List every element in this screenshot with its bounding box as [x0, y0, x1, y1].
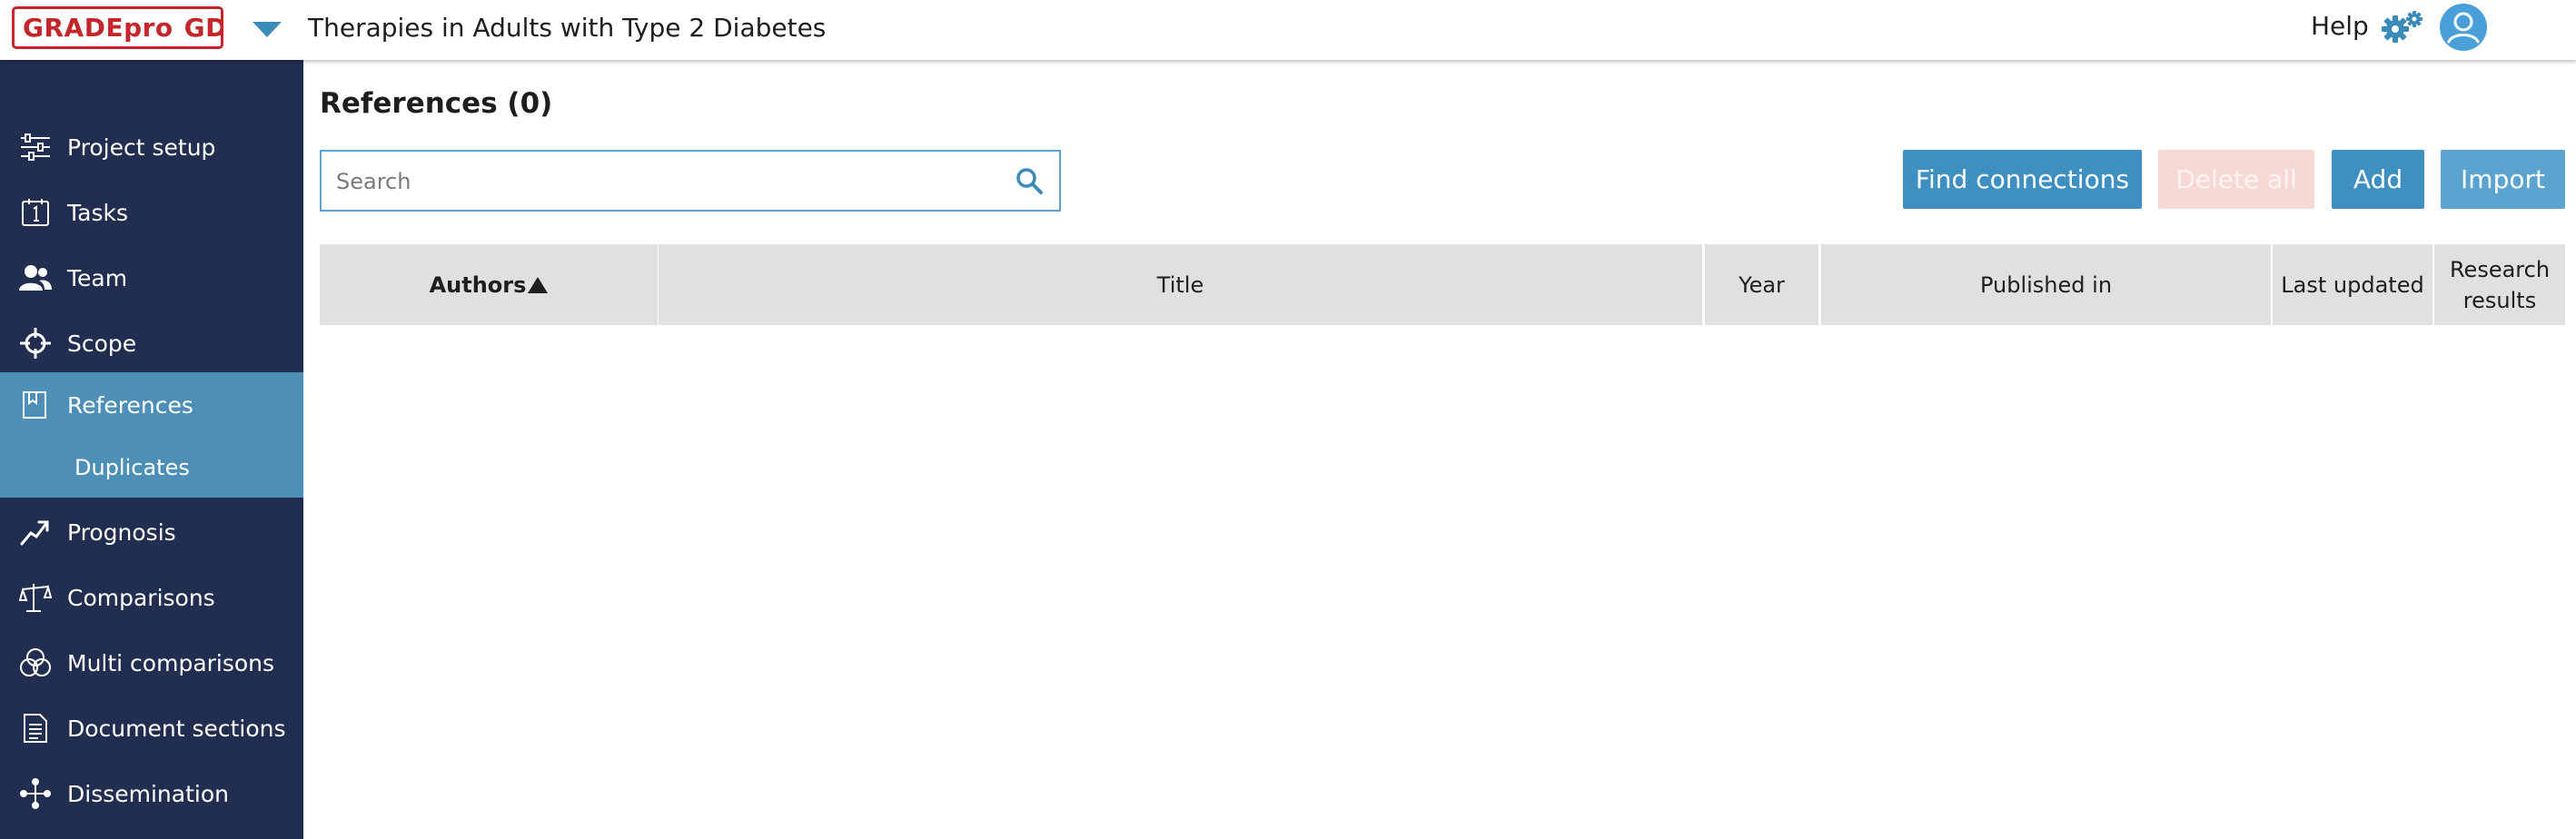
top-bar: GRADEpro GDT Therapies in Adults with Ty…: [0, 0, 2576, 60]
sidebar-item-label: Tasks: [67, 199, 128, 226]
help-link[interactable]: Help: [2311, 11, 2369, 41]
column-header-label: Year: [1739, 271, 1785, 298]
sidebar-item-tasks[interactable]: Tasks: [0, 180, 303, 245]
calendar-icon: [18, 195, 53, 230]
column-header-label: Last updated: [2281, 271, 2424, 298]
add-button[interactable]: Add: [2332, 150, 2424, 209]
sliders-icon: [18, 130, 53, 164]
references-table-header: Authors Title Year Published in Last upd…: [320, 244, 2565, 325]
sidebar-item-prognosis[interactable]: Prognosis: [0, 499, 303, 565]
users-icon: [18, 261, 53, 295]
sidebar-item-label: Multi comparisons: [67, 649, 275, 676]
document-icon: [18, 711, 53, 745]
import-button[interactable]: Import: [2441, 150, 2565, 209]
sidebar-item-label: Dissemination: [67, 780, 229, 807]
column-header-authors[interactable]: Authors: [320, 244, 658, 325]
column-header-research-results[interactable]: Research results: [2434, 244, 2565, 325]
sidebar-item-dissemination[interactable]: Dissemination: [0, 761, 303, 826]
sidebar-item-label: Team: [67, 264, 128, 291]
sidebar-item-label: Project setup: [67, 133, 216, 161]
sidebar-item-comparisons[interactable]: Comparisons: [0, 565, 303, 630]
sidebar-item-scope[interactable]: Scope: [0, 311, 303, 376]
column-header-published-in[interactable]: Published in: [1821, 244, 2271, 325]
sidebar-item-multi-comparisons[interactable]: Multi comparisons: [0, 630, 303, 696]
sort-ascending-icon: [528, 276, 549, 293]
venn-icon: [18, 646, 53, 680]
sidebar-nav: Project setup Tasks Team Scope Reference…: [0, 60, 303, 839]
logo-text-right: GDT: [183, 13, 221, 43]
logo-text-left: GRADEpro: [23, 13, 173, 43]
sidebar-item-project-setup[interactable]: Project setup: [0, 114, 303, 180]
column-header-label: Research results: [2449, 256, 2551, 313]
sidebar-item-label: Comparisons: [67, 584, 215, 611]
user-avatar-icon[interactable]: [2440, 4, 2487, 51]
sidebar-subitem-label: Duplicates: [74, 455, 190, 480]
sidebar-item-label: Prognosis: [67, 518, 176, 546]
project-dropdown-chevron-down-icon[interactable]: [253, 22, 282, 37]
column-header-title[interactable]: Title: [659, 244, 1702, 325]
find-connections-button[interactable]: Find connections: [1903, 150, 2142, 209]
sidebar-item-document-sections[interactable]: Document sections: [0, 696, 303, 761]
settings-gears-icon[interactable]: [2380, 9, 2423, 45]
sidebar-item-team[interactable]: Team: [0, 245, 303, 311]
sidebar-item-label: References: [67, 391, 193, 419]
gradepro-logo[interactable]: GRADEpro GDT: [12, 6, 223, 49]
project-title[interactable]: Therapies in Adults with Type 2 Diabetes: [308, 13, 826, 43]
delete-all-button[interactable]: Delete all: [2158, 150, 2314, 209]
sidebar-item-label: Scope: [67, 330, 137, 357]
column-header-label: Authors: [429, 271, 527, 298]
column-header-label: Published in: [1979, 271, 2113, 298]
search-field[interactable]: [320, 150, 1061, 212]
sidebar-item-label: Document sections: [67, 715, 286, 742]
crosshair-icon: [18, 326, 53, 360]
page-title: References (0): [320, 87, 553, 120]
trend-arrow-icon: [18, 515, 53, 549]
sidebar-item-references[interactable]: References: [0, 372, 303, 438]
share-network-icon: [18, 776, 53, 811]
scale-icon: [18, 580, 53, 615]
column-header-year[interactable]: Year: [1705, 244, 1818, 325]
column-header-last-updated[interactable]: Last updated: [2273, 244, 2432, 325]
search-input[interactable]: [334, 152, 1010, 212]
column-header-label: Title: [1156, 271, 1204, 298]
document-chart-icon: [18, 388, 53, 422]
search-icon[interactable]: [1015, 166, 1044, 195]
sidebar-subitem-duplicates[interactable]: Duplicates: [0, 438, 303, 498]
